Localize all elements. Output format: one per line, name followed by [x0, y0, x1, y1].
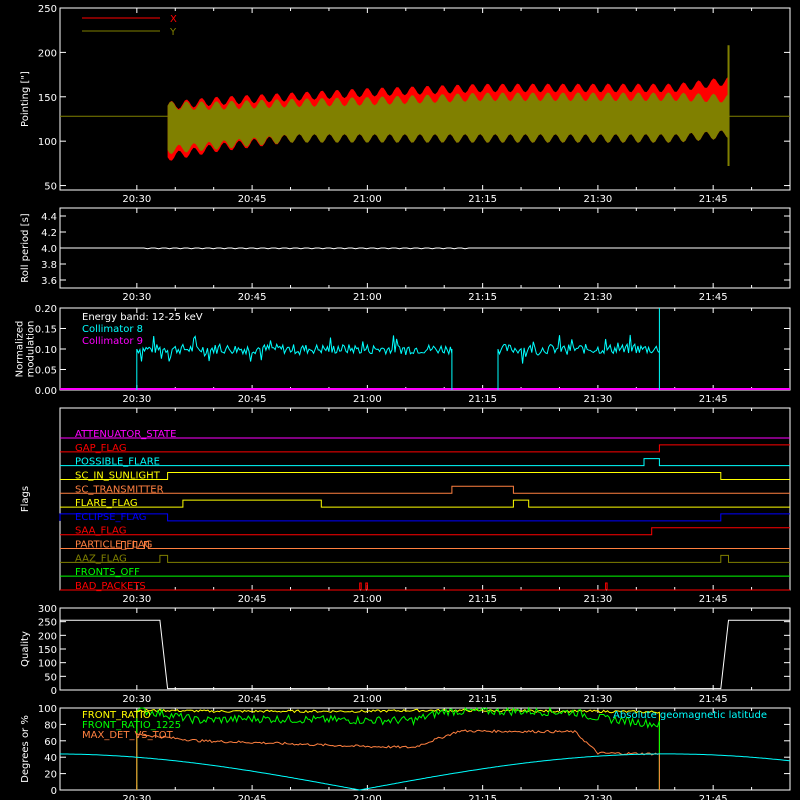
flag-label-gap-flag: GAP_FLAG	[75, 443, 127, 454]
roll-period-xtick-label: 21:00	[353, 292, 382, 303]
flag-label-eclipse-flag: ECLIPSE_FLAG	[75, 512, 146, 523]
flag-label-saa-flag: SAA_FLAG	[75, 526, 126, 537]
flags-ylabel: Flags	[20, 486, 31, 512]
roll-period-ytick-label: 4.2	[41, 228, 57, 239]
quality-ytick-label: 0	[51, 686, 57, 697]
legend-label: Collimator 8	[82, 324, 143, 335]
ratios-ytick-label: 80	[44, 720, 57, 731]
flag-label-aaz-flag: AAZ_FLAG	[75, 553, 127, 564]
modulation-xtick-label: 21:15	[468, 394, 497, 405]
legend-label-y: Y	[169, 27, 177, 38]
flags-xtick-label: 21:15	[468, 594, 497, 605]
quality-xtick-label: 21:45	[699, 694, 728, 705]
ratios-ytick-label: 0	[51, 786, 57, 797]
pointing-xtick-label: 21:30	[583, 194, 612, 205]
modulation-ytick-label: 0.15	[35, 325, 57, 336]
modulation-xtick-label: 21:30	[583, 394, 612, 405]
roll-period-ytick-label: 3.6	[41, 276, 57, 287]
flag-label-fronts-off: FRONTS_OFF	[75, 567, 140, 578]
quality-ytick-label: 150	[38, 645, 57, 656]
quality-xtick-label: 21:15	[468, 694, 497, 705]
modulation-ylabel: Normalized	[15, 321, 26, 378]
ratios-xtick-label: 21:15	[468, 794, 497, 800]
flag-label-particle-flag: PARTICLE_FLAG	[75, 540, 152, 551]
pointing-xtick-label: 21:00	[353, 194, 382, 205]
flag-label-flare-flag: FLARE_FLAG	[75, 498, 138, 509]
ratios-xtick-label: 21:30	[583, 794, 612, 800]
modulation-ytick-label: 0.00	[35, 386, 57, 397]
ratios-xtick-label: 20:45	[238, 794, 267, 800]
roll-period-xtick-label: 20:30	[122, 292, 151, 303]
quality-xtick-label: 20:45	[238, 694, 267, 705]
flag-label-possible-flare: POSSIBLE_FLARE	[75, 457, 160, 468]
quality-ytick-label: 50	[44, 672, 57, 683]
quality-xtick-label: 21:30	[583, 694, 612, 705]
ratios-xtick-label: 21:45	[699, 794, 728, 800]
modulation-xtick-label: 21:00	[353, 394, 382, 405]
roll-period-ylabel: Roll period [s]	[20, 213, 31, 282]
quality-xtick-label: 21:00	[353, 694, 382, 705]
quality-ylabel: Quality	[20, 631, 31, 667]
roll-period-xtick-label: 20:45	[238, 292, 267, 303]
roll-period-xtick-label: 21:30	[583, 292, 612, 303]
ratios-ylabel: Degrees or %	[20, 715, 31, 783]
pointing-ytick-label: 200	[38, 48, 57, 59]
quality-ytick-label: 250	[38, 618, 57, 629]
modulation-ytick-label: 0.20	[35, 304, 57, 315]
ratios-ytick-label: 40	[44, 753, 57, 764]
pointing-xtick-label: 20:45	[238, 194, 267, 205]
roll-period-ytick-label: 3.8	[41, 260, 57, 271]
ratios-xtick-label: 21:00	[353, 794, 382, 800]
modulation-xtick-label: 20:45	[238, 394, 267, 405]
roll-period-ytick-label: 4.0	[41, 244, 57, 255]
ratios-xtick-label: 20:30	[122, 794, 151, 800]
quality-ytick-label: 100	[38, 659, 57, 670]
roll-period-ytick-label: 4.4	[41, 212, 57, 223]
flag-label-bad-packets: BAD_PACKETS	[75, 581, 146, 592]
pointing-xtick-label: 20:30	[122, 194, 151, 205]
legend-label: Collimator 9	[82, 336, 143, 347]
ratios-ytick-label: 20	[44, 770, 57, 781]
energy-band-label: Energy band: 12-25 keV	[82, 312, 203, 323]
pointing-ytick-label: 250	[38, 4, 57, 15]
pointing-xtick-label: 21:45	[699, 194, 728, 205]
flags-xtick-label: 20:45	[238, 594, 267, 605]
modulation-ytick-label: 0.10	[35, 345, 57, 356]
quality-ytick-label: 200	[38, 631, 57, 642]
geomag-label: Absolute geomagnetic latitude	[613, 710, 767, 721]
legend-label: MAX_DET_VS_TOT	[82, 730, 174, 741]
quality-ytick-label: 300	[38, 604, 57, 615]
figure-canvas: 20:30 20:45 21:00 21:15 21:30 21:45 Pointing […	[0, 0, 800, 800]
flags-xtick-label: 21:00	[353, 594, 382, 605]
pointing-ytick-label: 100	[38, 137, 57, 148]
modulation-xtick-label: 21:45	[699, 394, 728, 405]
flags-xtick-label: 21:45	[699, 594, 728, 605]
ratios-ytick-label: 60	[44, 737, 57, 748]
pointing-xtick-label: 21:15	[468, 194, 497, 205]
roll-period-xtick-label: 21:15	[468, 292, 497, 303]
modulation-xtick-label: 20:30	[122, 394, 151, 405]
quality-xtick-label: 20:30	[122, 694, 151, 705]
pointing-ylabel: Pointing ["]	[20, 71, 31, 127]
flags-xtick-label: 20:30	[122, 594, 151, 605]
flags-xtick-label: 21:30	[583, 594, 612, 605]
flag-label-attenuator-state: ATTENUATOR_STATE	[75, 429, 176, 440]
pointing-ytick-label: 150	[38, 93, 57, 104]
ratios-ytick-label: 100	[38, 704, 57, 715]
flag-label-sc-in-sunlight: SC_IN_SUNLIGHT	[75, 470, 161, 481]
pointing-ytick-label: 50	[44, 182, 57, 193]
modulation-ytick-label: 0.05	[35, 366, 57, 377]
roll-period-xtick-label: 21:45	[699, 292, 728, 303]
flag-label-sc-transmitter: SC_TRANSMITTER	[75, 484, 164, 495]
legend-label-x: X	[170, 14, 177, 25]
